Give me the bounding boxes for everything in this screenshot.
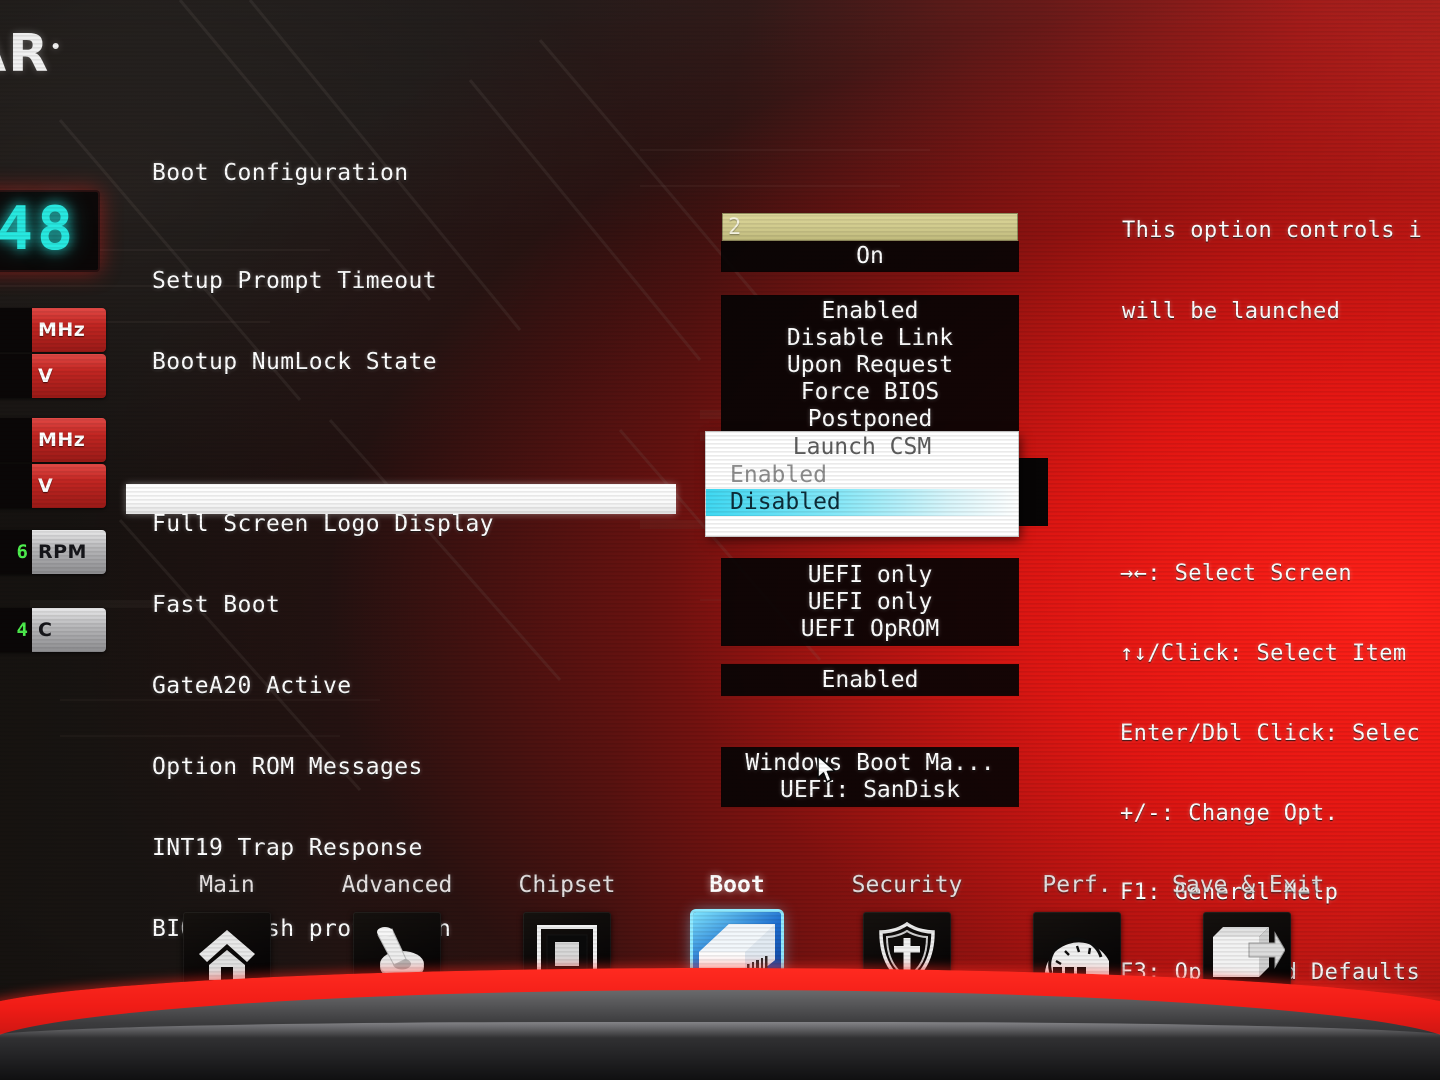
value-bootup-numlock-state[interactable]: On — [722, 242, 1018, 271]
gauge-unit: V — [38, 475, 54, 497]
gauge-unit: MHz — [38, 429, 86, 451]
setting-label-option-rom-messages[interactable]: Option ROM Messages — [152, 754, 712, 781]
gauge-fan-rpm: 6 RPM — [0, 530, 106, 574]
setting-label-setup-prompt-timeout[interactable]: Setup Prompt Timeout — [152, 268, 712, 295]
legend-enter-select: Enter/Dbl Click: Selec — [1120, 720, 1421, 746]
dropdown-option-enabled[interactable]: Enabled — [706, 462, 1018, 489]
value-launch-pxe-oprom-policy[interactable]: UEFI only — [722, 562, 1018, 589]
setting-label-fast-boot[interactable]: Fast Boot — [152, 592, 712, 619]
gauge-value — [0, 464, 32, 508]
monitor-bezel-highlight — [0, 1022, 1440, 1038]
setting-label-bootup-numlock-state[interactable]: Bootup NumLock State — [152, 349, 712, 376]
bios-screen: AR• 48 MHz V MHz V 6 RPM 4 C Boot Config… — [0, 0, 1440, 1080]
tab-security-label: Security — [851, 872, 963, 898]
gauge-value: 6 — [0, 530, 32, 574]
value-boot-success-beep[interactable]: Enabled — [722, 665, 1018, 695]
tab-main-label: Main — [199, 872, 255, 898]
help-line-2: will be launched — [1122, 299, 1341, 324]
dropdown-option-disabled[interactable]: Disabled — [706, 489, 1018, 516]
gauge-temperature: 4 C — [0, 608, 106, 652]
value-launch-storage-oprom-policy[interactable]: UEFI only — [722, 589, 1018, 616]
value-fast-boot[interactable]: Disable Link — [722, 325, 1018, 352]
gauge-value — [0, 354, 32, 398]
gauge-mem-volt: V — [0, 464, 106, 508]
value-full-screen-logo-display[interactable]: Enabled — [722, 298, 1018, 325]
gauge-value: 4 — [0, 608, 32, 652]
setting-label-gatea20-active[interactable]: GateA20 Active — [152, 673, 712, 700]
value-plate-group4: Enabled — [722, 665, 1018, 695]
setting-label-full-screen-logo-display[interactable]: Full Screen Logo Display — [152, 511, 712, 538]
value-int19-trap-response[interactable]: Postponed — [722, 406, 1018, 433]
help-panel: This option controls i will be launched — [1122, 163, 1440, 379]
trademark-mark: • — [50, 37, 64, 58]
gauge-unit: C — [38, 619, 53, 641]
setting-label-int19-trap-response[interactable]: INT19 Trap Response — [152, 835, 712, 862]
help-line-1: This option controls i — [1122, 218, 1423, 243]
tab-save-exit-label: Save & Exit — [1172, 872, 1325, 898]
value-plate-group3: UEFI only UEFI only UEFI OpROM — [722, 559, 1018, 645]
setup-prompt-timeout-value: 2 — [728, 215, 742, 240]
gauge-value — [0, 418, 32, 462]
value-boot-option-1[interactable]: Windows Boot Ma... — [722, 750, 1018, 777]
dropdown-footer-space — [706, 516, 1018, 536]
value-plate-group1: On — [722, 242, 1018, 271]
gauge-value — [0, 308, 32, 352]
dropdown-title: Launch CSM — [792, 434, 932, 460]
value-plate-group5: Windows Boot Ma... UEFI: SanDisk — [722, 748, 1018, 806]
gauge-cpu-freq: MHz — [0, 308, 106, 352]
value-boot-option-2[interactable]: UEFI: SanDisk — [722, 777, 1018, 804]
tab-boot-label: Boot — [709, 872, 765, 898]
gauge-mem-freq: MHz — [0, 418, 106, 462]
value-gatea20-active[interactable]: Upon Request — [722, 352, 1018, 379]
seven-segment-display: 48 — [0, 190, 100, 272]
gauge-unit: RPM — [38, 541, 87, 563]
gauge-unit: V — [38, 365, 54, 387]
dropdown-drop-shadow — [1018, 458, 1048, 526]
gauge-unit: MHz — [38, 319, 86, 341]
tab-chipset-label: Chipset — [518, 872, 616, 898]
value-launch-video-oprom-policy[interactable]: UEFI OpROM — [722, 616, 1018, 643]
value-option-rom-messages[interactable]: Force BIOS — [722, 379, 1018, 406]
tab-perf-label: Perf. — [1042, 872, 1112, 898]
legend-select-item: ↑↓/Click: Select Item — [1120, 640, 1407, 666]
legend-change-opt: +/-: Change Opt. — [1120, 800, 1339, 826]
legend-select-screen: →←: Select Screen — [1120, 561, 1352, 587]
hardware-monitor-rail: 48 MHz V MHz V 6 RPM 4 C — [0, 178, 106, 664]
value-plate-group2: Enabled Disable Link Upon Request Force … — [722, 296, 1018, 436]
gauge-cpu-volt: V — [0, 354, 106, 398]
launch-csm-dropdown[interactable]: Launch CSM Enabled Disabled — [706, 432, 1018, 536]
tab-advanced-label: Advanced — [341, 872, 453, 898]
vendor-logo-text: AR — [0, 24, 51, 84]
vendor-logo: AR• — [0, 24, 63, 84]
setup-prompt-timeout-input[interactable]: 2 — [722, 213, 1018, 241]
